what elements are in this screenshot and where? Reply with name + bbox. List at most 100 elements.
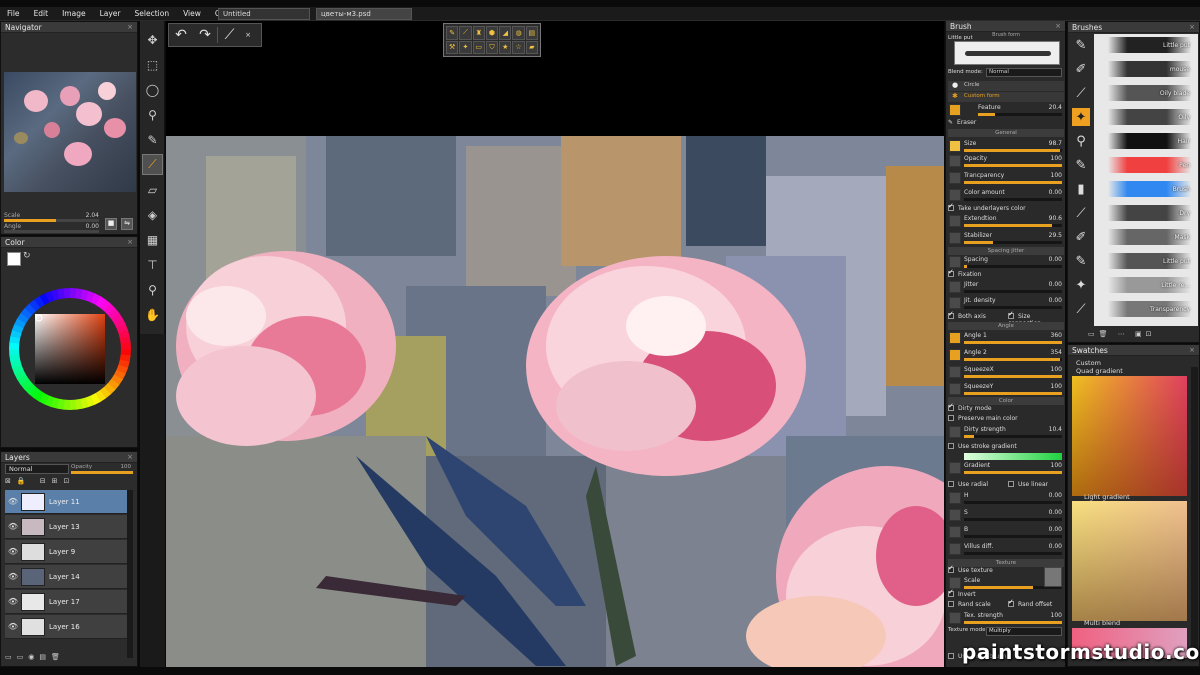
dirty-mode-checkbox[interactable]: Dirty mode xyxy=(948,402,1064,415)
knife-icon[interactable]: ◢ xyxy=(499,26,512,40)
brush-preset-icon[interactable]: ✎ xyxy=(1072,252,1090,270)
shape-circle-option[interactable]: ● Circle xyxy=(948,81,1064,91)
swap-colors-icon[interactable]: ↻ xyxy=(23,251,31,261)
brush-preset-stroke[interactable]: mouse xyxy=(1098,61,1196,77)
undo-icon[interactable]: ↶ xyxy=(169,27,193,43)
brush-preset-stroke[interactable]: Pen xyxy=(1098,157,1196,173)
hand-tool-icon[interactable]: ✋ xyxy=(142,304,163,325)
eye-icon[interactable]: 👁 xyxy=(5,622,21,631)
close-icon[interactable]: × xyxy=(1055,22,1061,30)
eye-icon[interactable]: 👁 xyxy=(5,497,21,506)
brush-preset-icon[interactable]: ✎ xyxy=(1072,36,1090,54)
zoom-tool-icon[interactable]: ⚲ xyxy=(142,279,163,300)
jitter-slider[interactable]: Jitter 0.00 xyxy=(948,280,1064,294)
paint-roller-icon[interactable]: ⊤ xyxy=(142,254,163,275)
menu-view[interactable]: View xyxy=(176,9,208,18)
color-amount-slider[interactable]: Color amount 0.00 xyxy=(948,188,1064,202)
water-icon[interactable]: ◍ xyxy=(512,26,525,40)
brush-preset-stroke[interactable]: Dry xyxy=(1098,205,1196,221)
eye-icon[interactable]: 👁 xyxy=(5,547,21,556)
menu-image[interactable]: Image xyxy=(55,9,93,18)
hammer-icon[interactable]: ⚒ xyxy=(446,40,459,54)
rand-offset-checkbox[interactable]: Rand offset xyxy=(1008,598,1052,608)
angle1-slider[interactable]: Angle 1 360 xyxy=(948,331,1064,345)
squeezey-slider[interactable]: SqueezeY 100 xyxy=(948,382,1064,396)
flip-view-icon[interactable]: ⇋ xyxy=(121,218,133,230)
eye-icon[interactable]: 👁 xyxy=(5,597,21,606)
close-icon[interactable]: × xyxy=(127,453,133,461)
angle-slider[interactable]: Angle 0.00 xyxy=(4,223,99,233)
squeezex-slider[interactable]: SqueezeX 100 xyxy=(948,365,1064,379)
brush-preset-icon[interactable]: ✎ xyxy=(1072,156,1090,174)
brush-preset-icon[interactable]: ✦ xyxy=(1072,276,1090,294)
eye-icon[interactable]: 👁 xyxy=(5,522,21,531)
tab-document[interactable]: цветы-м3.psd xyxy=(316,8,412,20)
swatches-scrollbar[interactable] xyxy=(1191,367,1198,657)
close-icon[interactable]: × xyxy=(127,238,133,246)
menu-file[interactable]: File xyxy=(0,9,27,18)
shield-icon[interactable]: ⛉ xyxy=(485,40,499,54)
fill-icon[interactable]: ▤ xyxy=(525,26,538,40)
use-radial-checkbox[interactable]: Use radial xyxy=(948,481,988,488)
layer-row[interactable]: 👁 Layer 17 xyxy=(5,590,127,614)
brush-preset-stroke[interactable]: Little re... xyxy=(1098,277,1196,293)
brush-preset-icon[interactable]: ⟋ xyxy=(1072,204,1090,222)
both-axis-checkbox[interactable]: Both axis xyxy=(948,310,986,320)
angle2-slider[interactable]: Angle 2 354 xyxy=(948,348,1064,362)
color-wheel[interactable] xyxy=(8,287,132,411)
brush-tool-icon[interactable]: ⟋ xyxy=(142,154,163,175)
brush-preset-stroke[interactable]: Oily blade xyxy=(1098,85,1196,101)
tab-untitled[interactable]: Untitled xyxy=(218,8,310,20)
quad-gradient-swatch[interactable] xyxy=(1072,376,1187,496)
villus-slider[interactable]: Villus diff. 0.00 xyxy=(948,542,1064,556)
texture-mode-select[interactable]: Multiply xyxy=(986,627,1062,636)
brush-icon[interactable]: ⟋ xyxy=(459,26,472,40)
rect-icon[interactable]: ▭ xyxy=(472,40,485,54)
shape-icon[interactable]: ⬢ xyxy=(485,26,499,40)
brush-preset-stroke[interactable]: Transparency xyxy=(1098,301,1196,317)
lasso-tool-icon[interactable]: ◯ xyxy=(142,79,163,100)
layer-row[interactable]: 👁 Layer 11 xyxy=(5,490,127,514)
brush-preview-icon[interactable]: ⟋ xyxy=(217,27,241,43)
navigator-thumbnail[interactable] xyxy=(4,72,136,192)
b-slider[interactable]: B 0.00 xyxy=(948,525,1064,539)
primary-color-swatch[interactable] xyxy=(7,252,21,266)
layer-opacity-slider[interactable]: Opacity 100 xyxy=(71,464,135,474)
brush-preset-icon[interactable]: ✦ xyxy=(1072,108,1090,126)
brush-form-preview[interactable] xyxy=(954,41,1060,65)
light-gradient-swatch[interactable] xyxy=(1072,501,1187,621)
brush-preset-icon[interactable]: ▮ xyxy=(1072,180,1090,198)
smudge-tool-icon[interactable]: ⚲ xyxy=(142,104,163,125)
h-slider[interactable]: H 0.00 xyxy=(948,491,1064,505)
blend-mode-select[interactable]: Normal xyxy=(986,68,1062,77)
eraser-option[interactable]: ✎ Eraser xyxy=(948,119,1064,129)
transparency-slider[interactable]: Trancparency 100 xyxy=(948,171,1064,185)
fill-tool-icon[interactable]: ◈ xyxy=(142,204,163,225)
menu-layer[interactable]: Layer xyxy=(93,9,128,18)
layers-scrollbar[interactable] xyxy=(127,490,133,658)
feature-slider[interactable]: Feature 20.4 xyxy=(948,103,1064,117)
dirty-strength-slider[interactable]: Dirty strength 10.4 xyxy=(948,425,1064,439)
preserve-main-checkbox[interactable]: Preserve main color xyxy=(948,415,1064,425)
s-slider[interactable]: S 0.00 xyxy=(948,508,1064,522)
eye-icon[interactable]: 👁 xyxy=(5,572,21,581)
shape-custom-option[interactable]: ✱ Custom form xyxy=(948,92,1064,102)
folder-icon[interactable]: ▰ xyxy=(525,40,538,54)
opacity-slider[interactable]: Opacity 100 xyxy=(948,154,1064,168)
reset-view-icon[interactable]: ■ xyxy=(105,218,117,230)
painting-canvas[interactable] xyxy=(166,136,944,667)
menu-selection[interactable]: Selection xyxy=(128,9,177,18)
brush-preset-icon[interactable]: ⟋ xyxy=(1072,84,1090,102)
close-icon[interactable]: × xyxy=(1189,23,1195,31)
brush-preset-stroke[interactable]: Little put xyxy=(1098,37,1196,53)
layer-blend-select[interactable]: Normal xyxy=(5,464,69,474)
use-linear-checkbox[interactable]: Use linear xyxy=(1008,481,1048,488)
gradient-preview[interactable] xyxy=(964,453,1062,460)
brush-preset-stroke[interactable]: Oily xyxy=(1098,109,1196,125)
brush-preset-icon[interactable]: ⚲ xyxy=(1072,132,1090,150)
invert-checkbox[interactable]: Invert xyxy=(948,588,1064,601)
star-icon[interactable]: ★ xyxy=(499,40,512,54)
jit-density-slider[interactable]: Jit. density 0.00 xyxy=(948,296,1064,310)
menu-edit[interactable]: Edit xyxy=(27,9,56,18)
spacing-slider[interactable]: Spacing 0.00 xyxy=(948,255,1064,269)
